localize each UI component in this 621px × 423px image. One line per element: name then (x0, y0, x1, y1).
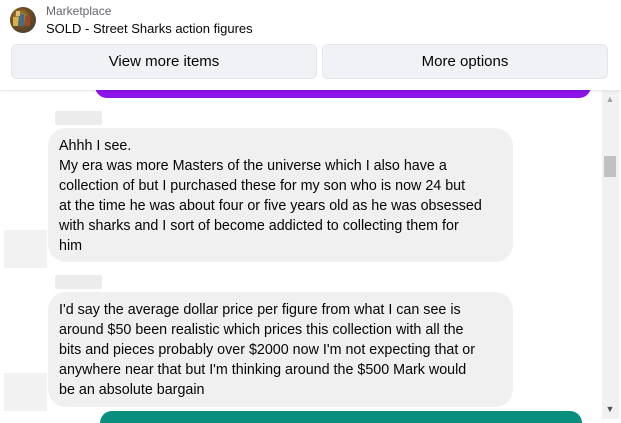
sender-avatar-redacted (4, 373, 47, 411)
sender-name-redacted (55, 111, 102, 125)
sender-name-redacted (55, 275, 102, 289)
message-line: anywhere near that but I'm thinking arou… (59, 362, 467, 378)
message-line: I'd say the average dollar price per fig… (59, 302, 461, 318)
message-line: with sharks and I sort of become addicte… (59, 218, 459, 234)
scrollbar-thumb[interactable] (604, 156, 616, 177)
listing-avatar[interactable] (10, 7, 36, 33)
message-line: him (59, 238, 83, 254)
received-message-bubble: Ahhh I see. My era was more Masters of t… (48, 128, 513, 262)
message-line: be an absolute bargain (59, 382, 205, 398)
chat-header: Marketplace SOLD - Street Sharks action … (0, 0, 621, 90)
received-message-bubble: I'd say the average dollar price per fig… (48, 292, 513, 407)
next-message-bubble (100, 411, 582, 423)
scroll-down-arrow-icon[interactable]: ▼ (604, 404, 616, 414)
scrollbar-track[interactable] (602, 91, 619, 419)
scroll-up-arrow-icon[interactable]: ▲ (604, 94, 616, 104)
message-line: My era was more Masters of the universe … (59, 158, 447, 174)
more-options-button[interactable]: More options (322, 44, 608, 79)
marketplace-label: Marketplace (46, 4, 112, 18)
message-line: around $50 been realistic which prices t… (59, 322, 464, 338)
sender-avatar-redacted (4, 230, 47, 268)
view-more-items-button[interactable]: View more items (11, 44, 317, 79)
listing-title[interactable]: SOLD - Street Sharks action figures (46, 21, 253, 36)
message-line: at the time he was about four or five ye… (59, 198, 482, 214)
message-line: bits and pieces probably over $2000 now … (59, 342, 476, 358)
message-line: collection of but I purchased these for … (59, 178, 466, 194)
message-line: Ahhh I see. (59, 138, 132, 154)
